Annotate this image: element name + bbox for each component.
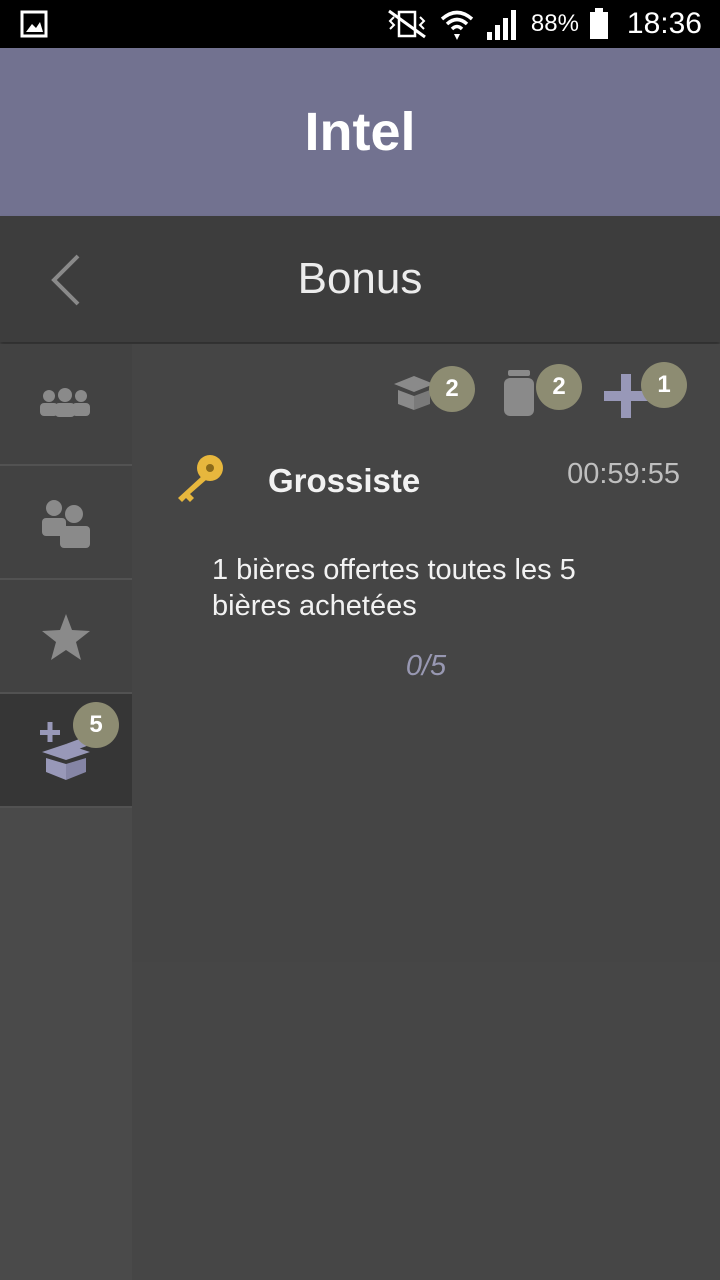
content-area: 2 2 1 Grossiste 00:59:55 1 bières offert…: [132, 344, 720, 1280]
page-title: Bonus: [297, 254, 423, 303]
clock: 18:36: [626, 7, 702, 40]
signal-icon: [486, 10, 516, 40]
bonus-panel: 2 2 1 Grossiste 00:59:55 1 bières offert…: [132, 344, 720, 962]
app-title: Intel: [304, 102, 416, 162]
battery-icon: [589, 8, 608, 39]
add-badge: 1: [641, 362, 687, 408]
bonus-name: Grossiste: [268, 462, 421, 499]
group-icon: [40, 388, 90, 417]
sidebar-tab-groups[interactable]: [0, 344, 132, 466]
star-icon: [42, 614, 90, 660]
toolbar-add[interactable]: 1: [604, 362, 690, 418]
toolbar-jar[interactable]: 2: [502, 364, 584, 416]
bonus-timer: 00:59:55: [567, 458, 680, 490]
wifi-icon: [440, 10, 474, 40]
app-header: Intel: [0, 48, 720, 216]
bonus-progress: 0/5: [405, 650, 447, 682]
contacts-icon: [42, 500, 90, 548]
sidebar: 5: [0, 344, 132, 1280]
open-box-badge: 2: [429, 366, 475, 412]
sidebar-bonus-badge: 5: [73, 702, 119, 748]
nav-bar: Bonus: [0, 216, 720, 342]
battery-percentage: 88%: [530, 10, 579, 37]
sidebar-tab-favorites[interactable]: [0, 580, 132, 694]
sidebar-tab-bonus[interactable]: 5: [0, 694, 132, 808]
status-bar: 88% 18:36: [0, 0, 720, 48]
vibrate-mute-icon: [387, 9, 426, 39]
key-icon: [178, 455, 223, 502]
jar-icon: [504, 370, 534, 416]
bonus-description: 1 bières offertes toutes les 5 bières ac…: [212, 554, 576, 622]
toolbar-open-box[interactable]: 2: [386, 366, 478, 412]
sidebar-tab-contacts[interactable]: [0, 466, 132, 580]
gallery-notification-icon: [20, 10, 48, 38]
jar-badge: 2: [536, 364, 582, 410]
